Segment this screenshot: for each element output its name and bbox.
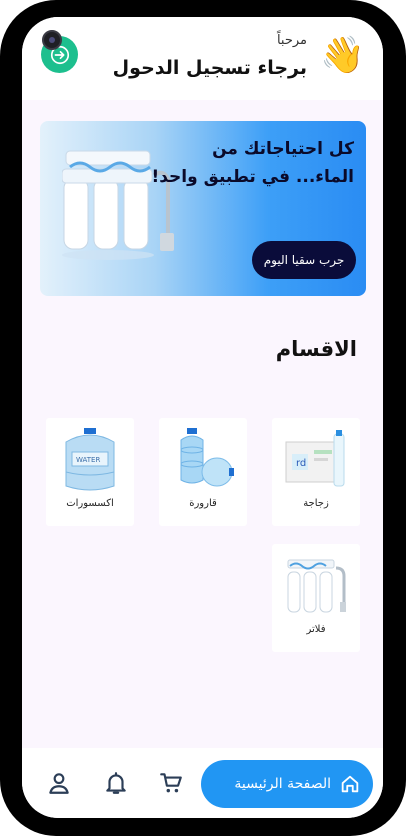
wave-hand-icon: 👋 — [320, 35, 365, 76]
category-card-jug[interactable]: قارورة — [159, 418, 247, 526]
filter-image — [287, 559, 346, 613]
header: مرحباً برجاء تسجيل الدحول 👋 — [22, 17, 383, 100]
bottle-pack-image: rd — [285, 430, 345, 487]
greeting-title: برجاء تسجيل الدحول — [112, 57, 307, 79]
category-card-filters[interactable]: فلاتر — [272, 544, 360, 652]
bell-icon[interactable] — [103, 770, 129, 796]
svg-text:rd: rd — [296, 458, 306, 469]
power-button — [400, 246, 406, 336]
accessory-jug-image: WATER — [65, 428, 115, 491]
category-card-accessories[interactable]: WATER اكسسورات — [46, 418, 134, 526]
water-jug-image — [180, 428, 234, 487]
banner-headline-2: الماء... في تطبيق واحد! — [151, 167, 354, 187]
category-label: قارورة — [189, 498, 217, 509]
nav-home-label: الصفحة الرئيسية — [234, 776, 331, 792]
volume-down-button — [0, 276, 6, 326]
banner-headline-1: كل احتياجاتك من — [212, 139, 354, 159]
category-label: اكسسورات — [66, 498, 114, 509]
water-filter-image — [62, 150, 174, 260]
bottom-navigation: الصفحة الرئيسية — [22, 748, 383, 818]
cart-icon[interactable] — [158, 770, 184, 796]
camera-cutout — [42, 30, 62, 50]
category-card-bottle[interactable]: rd زجاجة — [272, 418, 360, 526]
svg-text:WATER: WATER — [76, 456, 100, 464]
nav-home-button[interactable]: الصفحة الرئيسية — [201, 760, 373, 808]
user-icon[interactable] — [46, 770, 72, 796]
category-label: زجاجة — [303, 498, 329, 509]
promo-banner[interactable]: كل احتياجاتك من الماء... في تطبيق واحد! … — [40, 121, 366, 296]
category-label: فلاتر — [306, 624, 326, 635]
greeting-small: مرحباً — [276, 33, 307, 48]
try-app-button[interactable]: جرب سقيا اليوم — [252, 241, 356, 279]
volume-up-button — [0, 218, 6, 270]
app-screen: مرحباً برجاء تسجيل الدحول 👋 كل احتياجاتك… — [22, 17, 383, 818]
home-icon — [341, 775, 359, 793]
categories-title: الاقسام — [275, 337, 357, 361]
